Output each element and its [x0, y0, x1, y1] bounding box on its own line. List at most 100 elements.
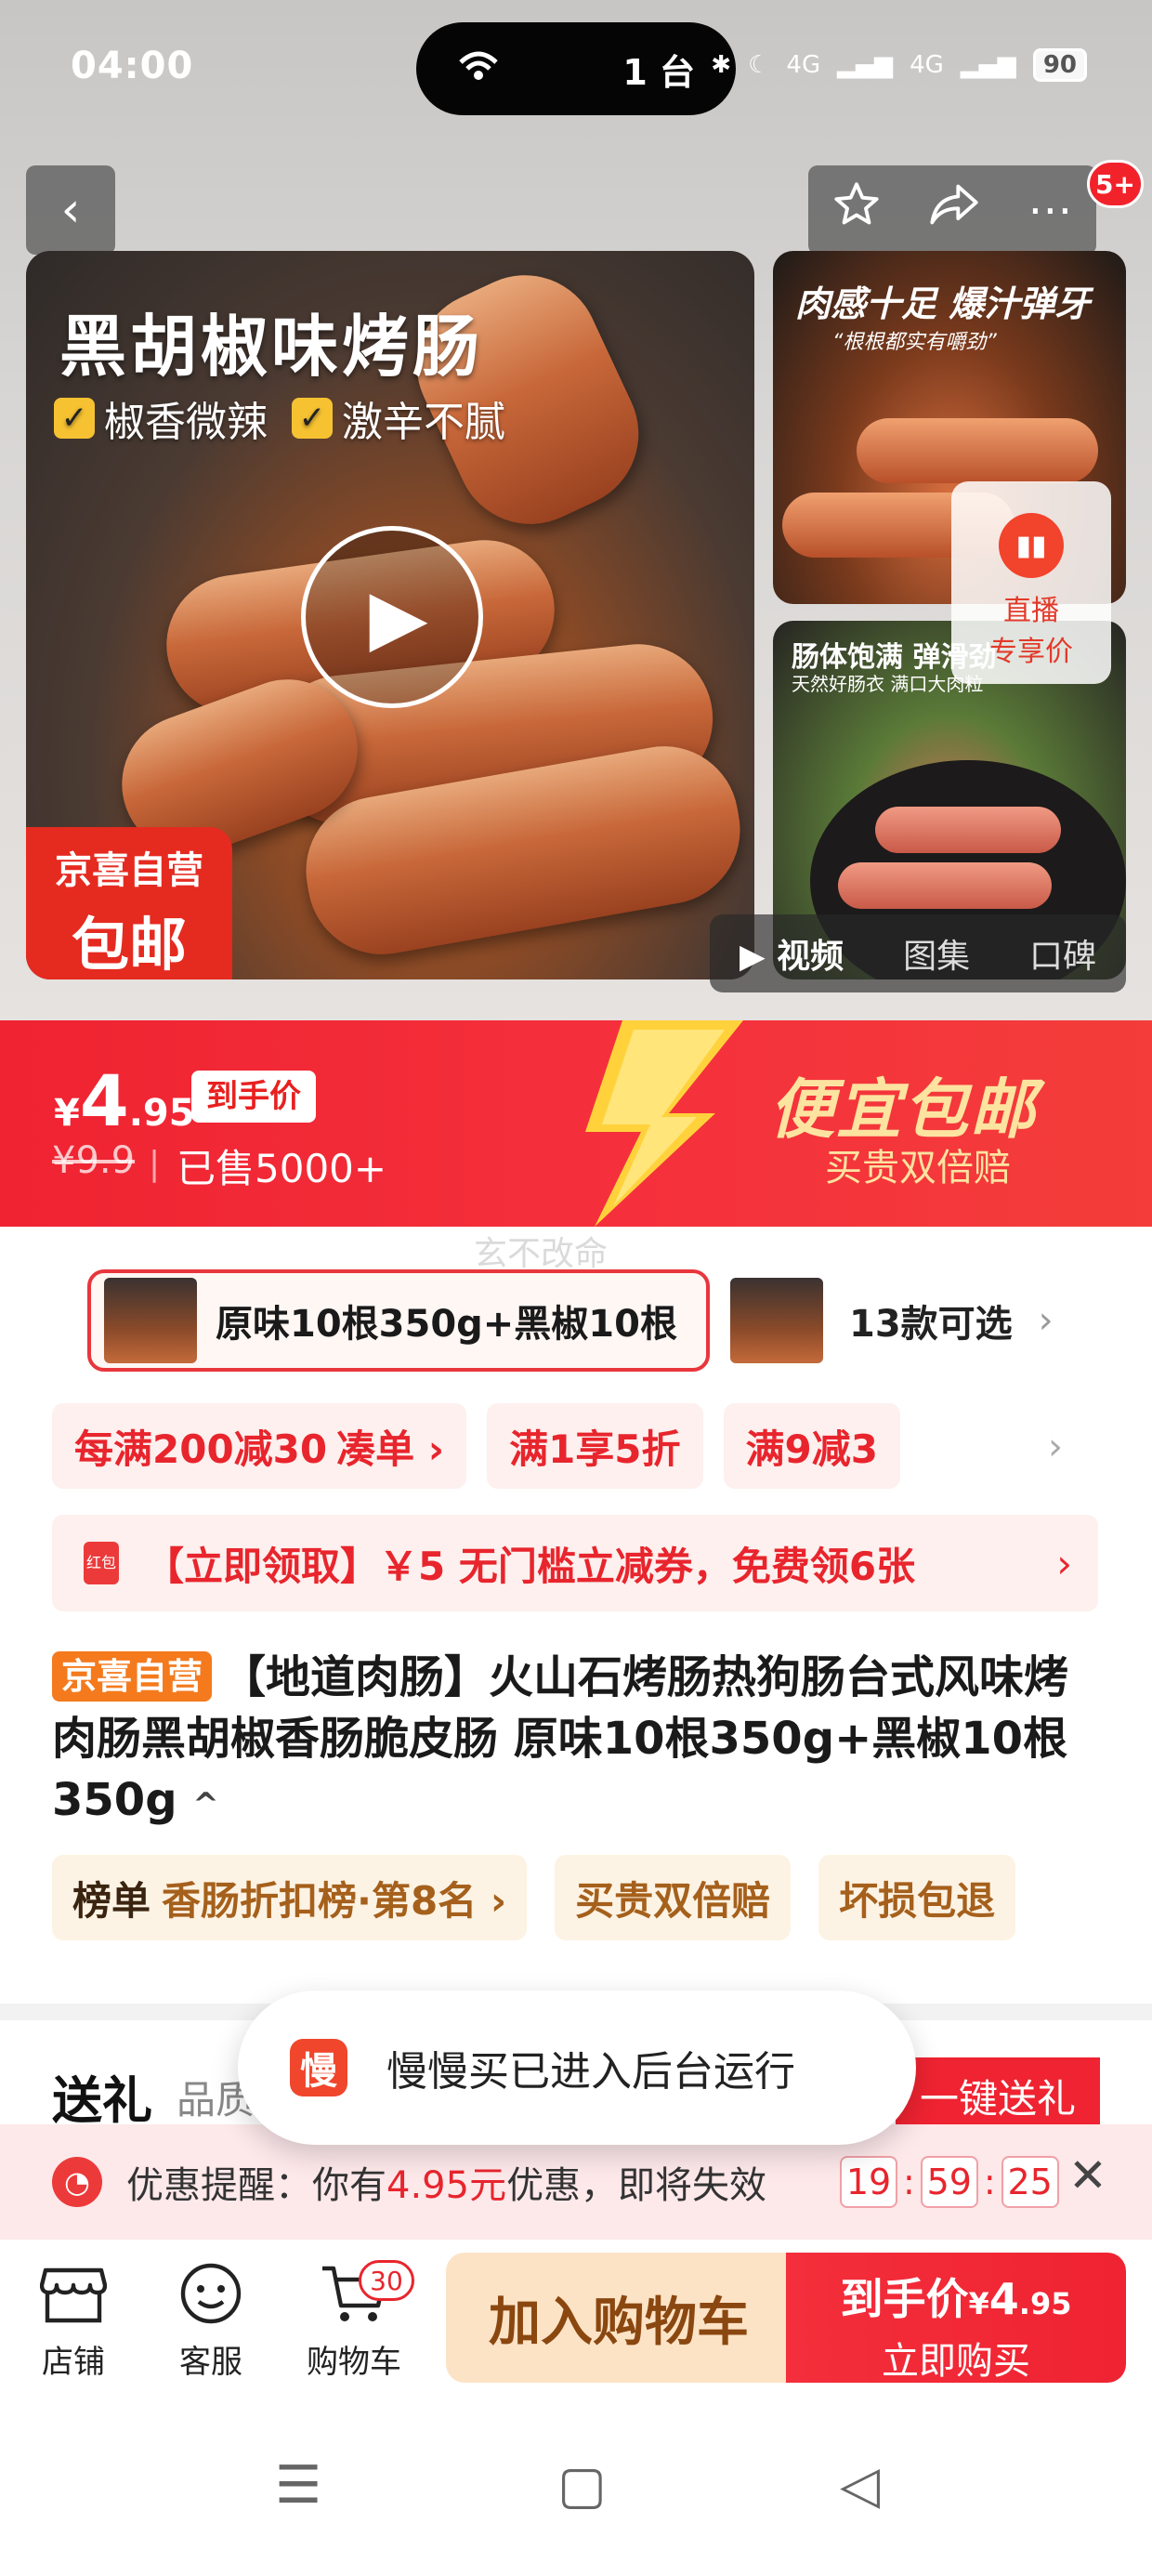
original-price: ¥9.9	[52, 1139, 136, 1182]
check-icon: ✓	[54, 398, 95, 439]
moon-icon: ☾	[748, 51, 770, 79]
sold-count: 已售5000+	[177, 1146, 387, 1191]
signal-icon-2: ▂▄▆	[960, 51, 1016, 79]
countdown-minutes: 59	[920, 2156, 978, 2208]
add-on-link[interactable]: 凑单 ›	[336, 1418, 444, 1475]
media-tabs: ▶ 视频 图集 口碑	[710, 914, 1126, 992]
double-compensation-text: 买贵双倍赔	[825, 1147, 1011, 1189]
star-icon	[834, 182, 879, 225]
selected-variant[interactable]: 原味10根350g+黑椒10根	[87, 1269, 710, 1372]
customer-service-icon	[151, 2256, 271, 2331]
countdown-seconds: 25	[1001, 2156, 1059, 2208]
price-guarantee-tag[interactable]: 买贵双倍赔	[555, 1855, 792, 1940]
live-sub-label: 专享价	[989, 636, 1073, 668]
gift-title: 送礼	[52, 2071, 152, 2130]
watermark: 玄不改命	[474, 1235, 609, 1273]
buy-now-label: 立即购买	[882, 2340, 1030, 2383]
product-title[interactable]: 京喜自营 【地道肉肠】火山石烤肠热狗肠台式风味烤肉肠黑胡椒香肠脆皮肠 原味10根3…	[52, 1647, 1102, 1835]
status-icons: ✱ ☾ 4G ▂▄▆ 4G ▂▄▆ 90	[711, 48, 1087, 82]
promotions-more-chevron-icon[interactable]: ›	[1048, 1426, 1063, 1468]
tab-video[interactable]: ▶ 视频	[740, 929, 844, 978]
signal-label-1: 4G	[786, 51, 821, 79]
tab-gallery[interactable]: 图集	[903, 929, 970, 978]
feature-2: ✓ 激辛不腻	[292, 388, 505, 448]
system-navigation-bar: ☰ ▢ ◁	[0, 2388, 1152, 2576]
bottom-action-bar: 店铺 客服 购物车 30 加入购物车 到手价¥4.95 立即购买	[0, 2240, 1152, 2388]
sausage-graphic	[857, 418, 1098, 483]
final-price-chip: 到手价	[191, 1071, 316, 1123]
dynamic-island-pill[interactable]: 1 台	[416, 22, 736, 115]
share-icon	[930, 184, 978, 225]
product-detail-page: 04:00 1 台 ✱ ☾ 4G ▂▄▆ 4G ▂▄▆ 90 ‹ ⋯ 5+ 黑胡…	[0, 0, 1152, 2576]
background-running-toast: 慢 慢慢买已进入后台运行	[238, 1991, 916, 2145]
app-icon: 慢	[290, 2039, 347, 2096]
more-icon: ⋯	[1028, 184, 1073, 236]
variant-thumbnail	[104, 1278, 197, 1363]
more-variants-label: 13款可选	[849, 1303, 1013, 1346]
live-stream-widget[interactable]: ▮▮ 直播 专享价	[951, 481, 1111, 684]
live-label: 直播	[1003, 595, 1059, 627]
promotion-list: 每满200减30 凑单 › 满1享5折 满9减3	[52, 1403, 900, 1489]
status-time: 04:00	[71, 45, 194, 87]
ranking-key: 榜单	[72, 1877, 151, 1924]
toast-text: 慢慢买已进入后台运行	[386, 2048, 795, 2096]
buy-now-button[interactable]: 到手价¥4.95 立即购买	[786, 2253, 1126, 2383]
countdown-hours: 19	[840, 2156, 897, 2208]
promo-tag-3[interactable]: 满9减3	[723, 1403, 900, 1489]
battery-indicator: 90	[1032, 48, 1087, 82]
reminder-amount: 4.95元	[386, 2164, 507, 2207]
back-triangle-icon[interactable]: ◁	[840, 2455, 880, 2516]
share-button[interactable]	[928, 180, 980, 240]
notification-badge: 5+	[1087, 160, 1144, 208]
sausage-graphic	[875, 807, 1061, 853]
favorite-button[interactable]	[832, 180, 881, 240]
price-banner: ¥4.95 到手价 ¥9.9 | 已售5000+ 便宜包邮 买贵双倍赔	[0, 1020, 1152, 1227]
store-button[interactable]: 店铺	[13, 2256, 134, 2382]
damage-return-tag[interactable]: 坏损包退	[818, 1855, 1016, 1940]
close-icon[interactable]: ✕	[1068, 2149, 1107, 2202]
promo-tag-1[interactable]: 每满200减30 凑单 ›	[52, 1403, 467, 1489]
home-icon[interactable]: ▢	[557, 2455, 607, 2516]
promo-tag-2[interactable]: 满1享5折	[487, 1403, 703, 1489]
menu-icon[interactable]: ☰	[275, 2455, 321, 2516]
variant-label: 原味10根350g+黑椒10根	[216, 1303, 677, 1346]
tag-line-1: 京喜自营	[55, 849, 203, 892]
tab-reviews[interactable]: 口碑	[1029, 929, 1096, 978]
main-product-video[interactable]: 黑胡椒味烤肠 ✓ 椒香微辣 ✓ 激辛不腻 ▶ 京喜自营 包邮	[26, 251, 754, 979]
reminder-text: 优惠提醒：你有4.95元优惠，即将失效	[126, 2164, 767, 2207]
clock-icon: ◔	[52, 2157, 102, 2207]
customer-service-button[interactable]: 客服	[151, 2256, 271, 2382]
play-icon: ▶	[369, 572, 428, 662]
main-image-tag: 京喜自营 包邮	[26, 827, 232, 979]
chevron-right-icon: ›	[1038, 1299, 1054, 1342]
status-bar: 04:00 1 台 ✱ ☾ 4G ▂▄▆ 4G ▂▄▆ 90	[0, 0, 1152, 139]
more-variants-button[interactable]: 13款可选 ›	[730, 1269, 1054, 1372]
top-action-group: ⋯	[808, 165, 1096, 255]
variant-thumbnail	[730, 1278, 823, 1363]
coupon-banner[interactable]: 红包 【立即领取】￥5 无门槛立减券，免费领6张 ›	[52, 1515, 1098, 1611]
pill-text: 1 台	[622, 51, 695, 93]
ranking-value: 香肠折扣榜·第8名 ›	[162, 1877, 507, 1924]
variant-selector: 原味10根350g+黑椒10根 13款可选 ›	[52, 1266, 1130, 1375]
side1-headline: 肉感十足 爆汁弹牙	[795, 283, 1091, 324]
back-arrow-icon: ‹	[60, 182, 81, 238]
play-button[interactable]: ▶	[301, 526, 483, 708]
current-price: ¥4.95	[54, 1059, 195, 1142]
cart-button[interactable]: 购物车 30	[294, 2256, 414, 2382]
hotspot-icon	[457, 48, 500, 89]
feature-1: ✓ 椒香微辣	[54, 388, 268, 448]
more-button[interactable]: ⋯	[1028, 184, 1072, 236]
back-button[interactable]: ‹	[26, 165, 115, 255]
send-gift-button[interactable]: 一键送礼	[896, 2057, 1100, 2134]
countdown-separator: :	[903, 2162, 915, 2202]
cart-count-badge: 30	[359, 2260, 414, 2301]
self-operated-badge: 京喜自营	[52, 1651, 213, 1702]
sausage-graphic	[838, 862, 1052, 909]
add-to-cart-button[interactable]: 加入购物车	[446, 2253, 792, 2383]
live-icon: ▮▮	[999, 513, 1064, 578]
buy-price: 到手价¥4.95	[840, 2274, 1072, 2324]
store-icon	[13, 2256, 134, 2331]
coupon-text: 【立即领取】￥5 无门槛立减券，免费领6张	[145, 1543, 916, 1589]
ranking-tag[interactable]: 榜单 香肠折扣榜·第8名 ›	[52, 1855, 528, 1940]
collapse-caret-icon[interactable]: ^	[192, 1786, 219, 1823]
